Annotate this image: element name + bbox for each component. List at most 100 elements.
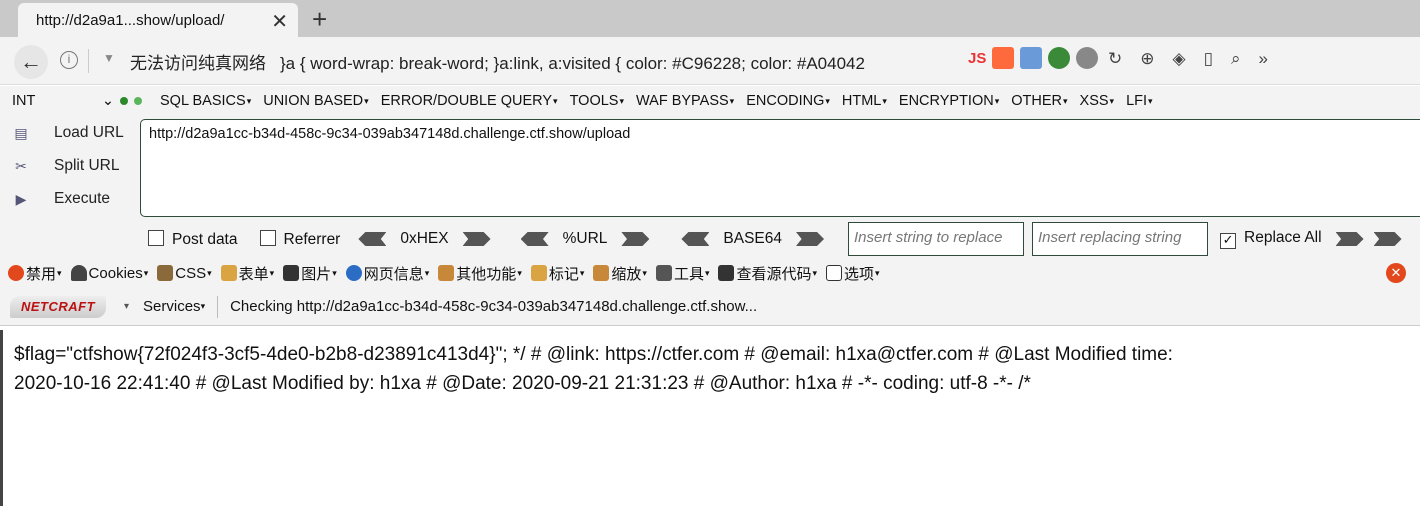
menu-union-based[interactable]: UNION BASED <box>263 93 368 109</box>
back-button[interactable]: ← <box>14 45 48 79</box>
fw-label: CSS <box>175 264 207 282</box>
address-input[interactable]: 无法访问纯真网络}a { word-wrap: break-word; }a:l… <box>130 49 865 74</box>
replace-right-arrow-icon-2[interactable] <box>1373 232 1402 246</box>
menu-sql-basics[interactable]: SQL BASICS <box>160 93 251 109</box>
fw-label: Cookies <box>88 264 143 282</box>
pencil-icon <box>157 265 174 281</box>
netcraft-logo[interactable]: NETCRAFT <box>10 295 106 318</box>
fw-label: 选项 <box>844 265 875 283</box>
base64-decode-arrow-icon[interactable] <box>681 232 710 246</box>
tools-icon <box>655 265 672 281</box>
url-encode-arrow-icon[interactable] <box>621 232 650 246</box>
menu-tools[interactable]: TOOLS <box>570 93 624 109</box>
refresh-icon[interactable]: ↻ <box>1108 49 1122 69</box>
marker-icon <box>530 265 547 281</box>
replace-all-checkbox[interactable]: Replace All <box>1220 229 1322 249</box>
hex-decode-arrow-icon[interactable] <box>358 232 387 246</box>
base64-label: BASE64 <box>723 230 783 247</box>
address-bar: ← i ▼ 无法访问纯真网络}a { word-wrap: break-word… <box>0 37 1420 85</box>
fw-label: 工具 <box>673 265 704 283</box>
menu-other[interactable]: OTHER <box>1011 93 1067 109</box>
menu-error-double-query[interactable]: ERROR/DOUBLE QUERY <box>381 93 558 109</box>
menu-waf-bypass[interactable]: WAF BYPASS <box>636 93 734 109</box>
globe-icon[interactable]: ⊕ <box>1140 49 1154 69</box>
resize-icon <box>593 265 610 281</box>
referrer-checkbox[interactable]: Referrer <box>259 229 341 249</box>
fw-resize-menu[interactable]: 缩放 <box>593 263 647 284</box>
page-text-line-1: $flag="ctfshow{72f024f3-3cf5-4de0-b2b8-d… <box>14 344 1173 365</box>
menu-encoding[interactable]: ENCODING <box>746 93 830 109</box>
puzzle-icon[interactable]: ◈ <box>1173 49 1186 69</box>
hex-encode-arrow-icon[interactable] <box>462 232 491 246</box>
int-select-value: INT <box>12 93 36 109</box>
checkbox-icon <box>259 229 276 246</box>
toolbar-right: ↻ ⊕ ◈ ▯ ⌕ » <box>1108 49 1268 69</box>
load-url-button[interactable]: ▤ Load URL <box>10 122 124 144</box>
js-extension-icon[interactable]: JS <box>968 50 986 67</box>
tab-title: http://d2a9a1...show/upload/ <box>36 11 225 29</box>
menu-html[interactable]: HTML <box>842 93 887 109</box>
close-toolbar-icon[interactable]: ✕ <box>1386 263 1406 283</box>
menu-xss[interactable]: XSS <box>1080 93 1115 109</box>
base64-encode-arrow-icon[interactable] <box>796 232 825 246</box>
site-info-icon[interactable]: i <box>60 51 78 69</box>
tab-strip: http://d2a9a1...show/upload/ ✕ + <box>0 0 1420 37</box>
checkbox-icon <box>148 229 164 246</box>
fw-outline-menu[interactable]: 标记 <box>530 263 585 284</box>
fw-view-source-menu[interactable]: 查看源代码 <box>718 263 817 284</box>
address-dropdown-icon[interactable]: ▼ <box>103 51 115 65</box>
menu-encryption[interactable]: ENCRYPTION <box>899 93 999 109</box>
fw-label: 网页信息 <box>363 265 424 283</box>
extension-php-icon[interactable] <box>1076 47 1099 69</box>
disable-icon <box>8 265 24 281</box>
page-content: $flag="ctfshow{72f024f3-3cf5-4de0-b2b8-d… <box>14 340 1414 398</box>
services-menu[interactable]: Services <box>143 298 201 315</box>
hackbar-options: Post data Referrer 0xHEX %URL BASE64 Ins… <box>0 220 1420 258</box>
insert-string-input[interactable]: Insert string to replace <box>848 222 1025 256</box>
more-icon[interactable]: » <box>1258 49 1267 69</box>
extension-picture-icon[interactable] <box>1020 47 1043 69</box>
url-decode-arrow-icon[interactable] <box>520 232 549 246</box>
status-dot-light-green <box>134 97 142 105</box>
browser-tab[interactable]: http://d2a9a1...show/upload/ ✕ <box>18 3 298 37</box>
close-tab-icon[interactable]: ✕ <box>271 9 288 34</box>
fw-label: 图片 <box>301 265 332 283</box>
zoom-icon[interactable]: ⌕ <box>1231 49 1241 69</box>
extension-green-icon[interactable] <box>1048 47 1071 69</box>
netcraft-dropdown-icon[interactable]: ▾ <box>124 301 129 312</box>
device-icon[interactable]: ▯ <box>1204 49 1213 69</box>
fw-forms-menu[interactable]: 表单 <box>220 263 275 284</box>
divider <box>217 295 219 318</box>
fw-disable-menu[interactable]: 禁用 <box>8 263 62 284</box>
extension-red-icon[interactable] <box>992 47 1015 69</box>
int-select[interactable]: INT ⌄ <box>0 93 120 109</box>
split-url-button[interactable]: ✂ Split URL <box>10 155 119 177</box>
netcraft-toolbar: NETCRAFT ▾ Services ▾ Checking http://d2… <box>0 288 1420 326</box>
execute-button[interactable]: ▶ Execute <box>10 188 110 210</box>
fw-images-menu[interactable]: 图片 <box>283 263 337 284</box>
referrer-label: Referrer <box>283 230 341 248</box>
divider <box>88 49 89 73</box>
load-url-label: Load URL <box>54 124 124 141</box>
fw-options-menu[interactable]: 选项 <box>826 263 880 284</box>
replacing-string-input[interactable]: Insert replacing string <box>1032 222 1209 256</box>
new-tab-button[interactable]: + <box>312 4 327 35</box>
fw-css-menu[interactable]: CSS <box>157 265 211 282</box>
fw-misc-menu[interactable]: 其他功能 <box>438 263 522 284</box>
fw-tools-menu[interactable]: 工具 <box>655 263 710 284</box>
hackbar-main: ▤ Load URL ✂ Split URL ▶ Execute http://… <box>0 116 1420 220</box>
form-icon <box>220 265 237 281</box>
menu-lfi[interactable]: LFI <box>1126 93 1152 109</box>
post-data-checkbox[interactable]: Post data <box>148 229 238 249</box>
options-icon <box>826 265 843 281</box>
window-edge <box>0 330 3 506</box>
url-encode-label: %URL <box>562 230 608 247</box>
fw-cookies-menu[interactable]: Cookies <box>70 264 149 282</box>
image-icon <box>283 265 300 281</box>
url-textarea[interactable]: http://d2a9a1cc-b34d-458c-9c34-039ab3471… <box>140 119 1420 217</box>
execute-label: Execute <box>54 190 111 207</box>
fw-page-info-menu[interactable]: 网页信息 <box>345 263 430 284</box>
misc-icon <box>438 265 455 281</box>
checkbox-checked-icon <box>1220 233 1237 249</box>
replace-right-arrow-icon[interactable] <box>1335 232 1364 246</box>
